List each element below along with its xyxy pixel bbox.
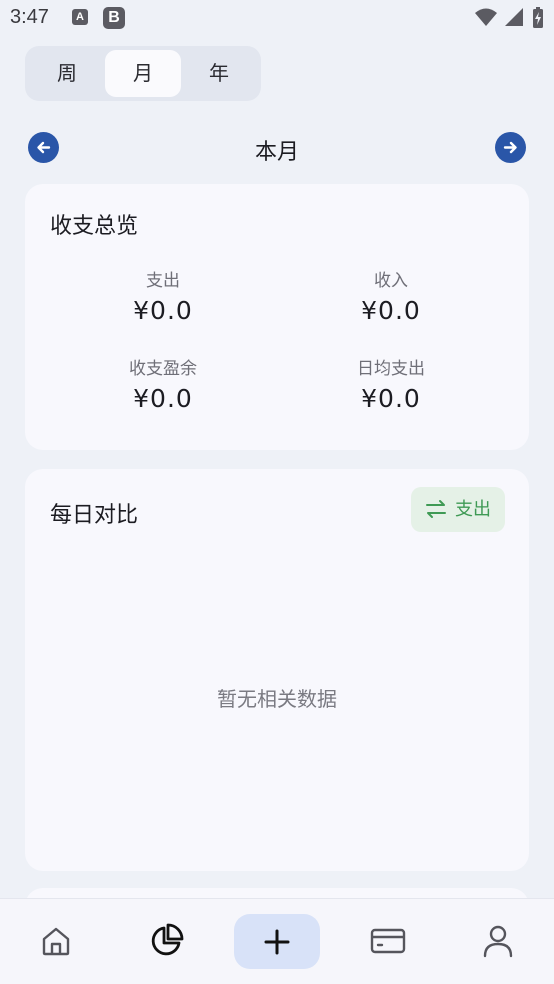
plus-icon — [264, 929, 290, 955]
home-icon — [42, 927, 70, 956]
empty-state-text: 暂无相关数据 — [217, 687, 337, 711]
overview-title: 收支总览 — [50, 214, 139, 239]
pie-chart-icon — [151, 923, 184, 956]
stat-value: ¥0.0 — [133, 384, 193, 413]
signal-icon — [504, 8, 523, 26]
bottom-navigation — [0, 898, 554, 984]
user-icon — [483, 925, 513, 958]
notification-a-icon: A — [72, 9, 88, 25]
battery-charging-icon — [533, 7, 543, 28]
toggle-label: 支出 — [455, 499, 491, 520]
stat-label: 收入 — [374, 271, 408, 291]
status-time: 3:47 — [10, 6, 49, 28]
tab-week[interactable]: 周 — [29, 50, 105, 97]
nav-accounts[interactable] — [360, 913, 416, 969]
card-icon — [370, 928, 406, 954]
notification-b-icon: B — [103, 7, 125, 29]
stat-label: 支出 — [146, 271, 180, 291]
status-bar: 3:47 A B — [0, 0, 554, 36]
add-record-button[interactable] — [234, 914, 320, 969]
period-navigation: 本月 — [0, 130, 554, 166]
nav-profile[interactable] — [470, 913, 526, 969]
tab-year[interactable]: 年 — [181, 50, 257, 97]
period-segmented-control: 周 月 年 — [25, 46, 261, 101]
swap-icon — [426, 500, 446, 518]
system-icons — [474, 6, 546, 30]
arrow-right-icon — [503, 141, 517, 154]
stat-label: 收支盈余 — [129, 359, 197, 379]
nav-home[interactable] — [28, 913, 84, 969]
stat-value: ¥0.0 — [361, 384, 421, 413]
wifi-icon — [474, 8, 497, 26]
stat-value: ¥0.0 — [361, 296, 421, 325]
daily-title: 每日对比 — [50, 503, 139, 528]
expense-income-toggle-button[interactable]: 支出 — [411, 487, 505, 532]
stat-daily-avg-expense: 日均支出 ¥0.0 — [301, 354, 481, 413]
overview-card: 收支总览 支出 ¥0.0 收入 ¥0.0 收支盈余 ¥0.0 日均支出 ¥0.0 — [25, 184, 529, 450]
tab-month[interactable]: 月 — [105, 50, 181, 97]
nav-statistics[interactable] — [138, 913, 194, 969]
stat-label: 日均支出 — [357, 359, 425, 379]
next-period-button[interactable] — [495, 132, 526, 163]
stat-surplus: 收支盈余 ¥0.0 — [73, 354, 253, 413]
stat-income: 收入 ¥0.0 — [301, 266, 481, 325]
daily-comparison-card: 每日对比 支出 暂无相关数据 — [25, 469, 529, 871]
period-title: 本月 — [254, 140, 299, 165]
stat-value: ¥0.0 — [133, 296, 193, 325]
stat-expense: 支出 ¥0.0 — [73, 266, 253, 325]
